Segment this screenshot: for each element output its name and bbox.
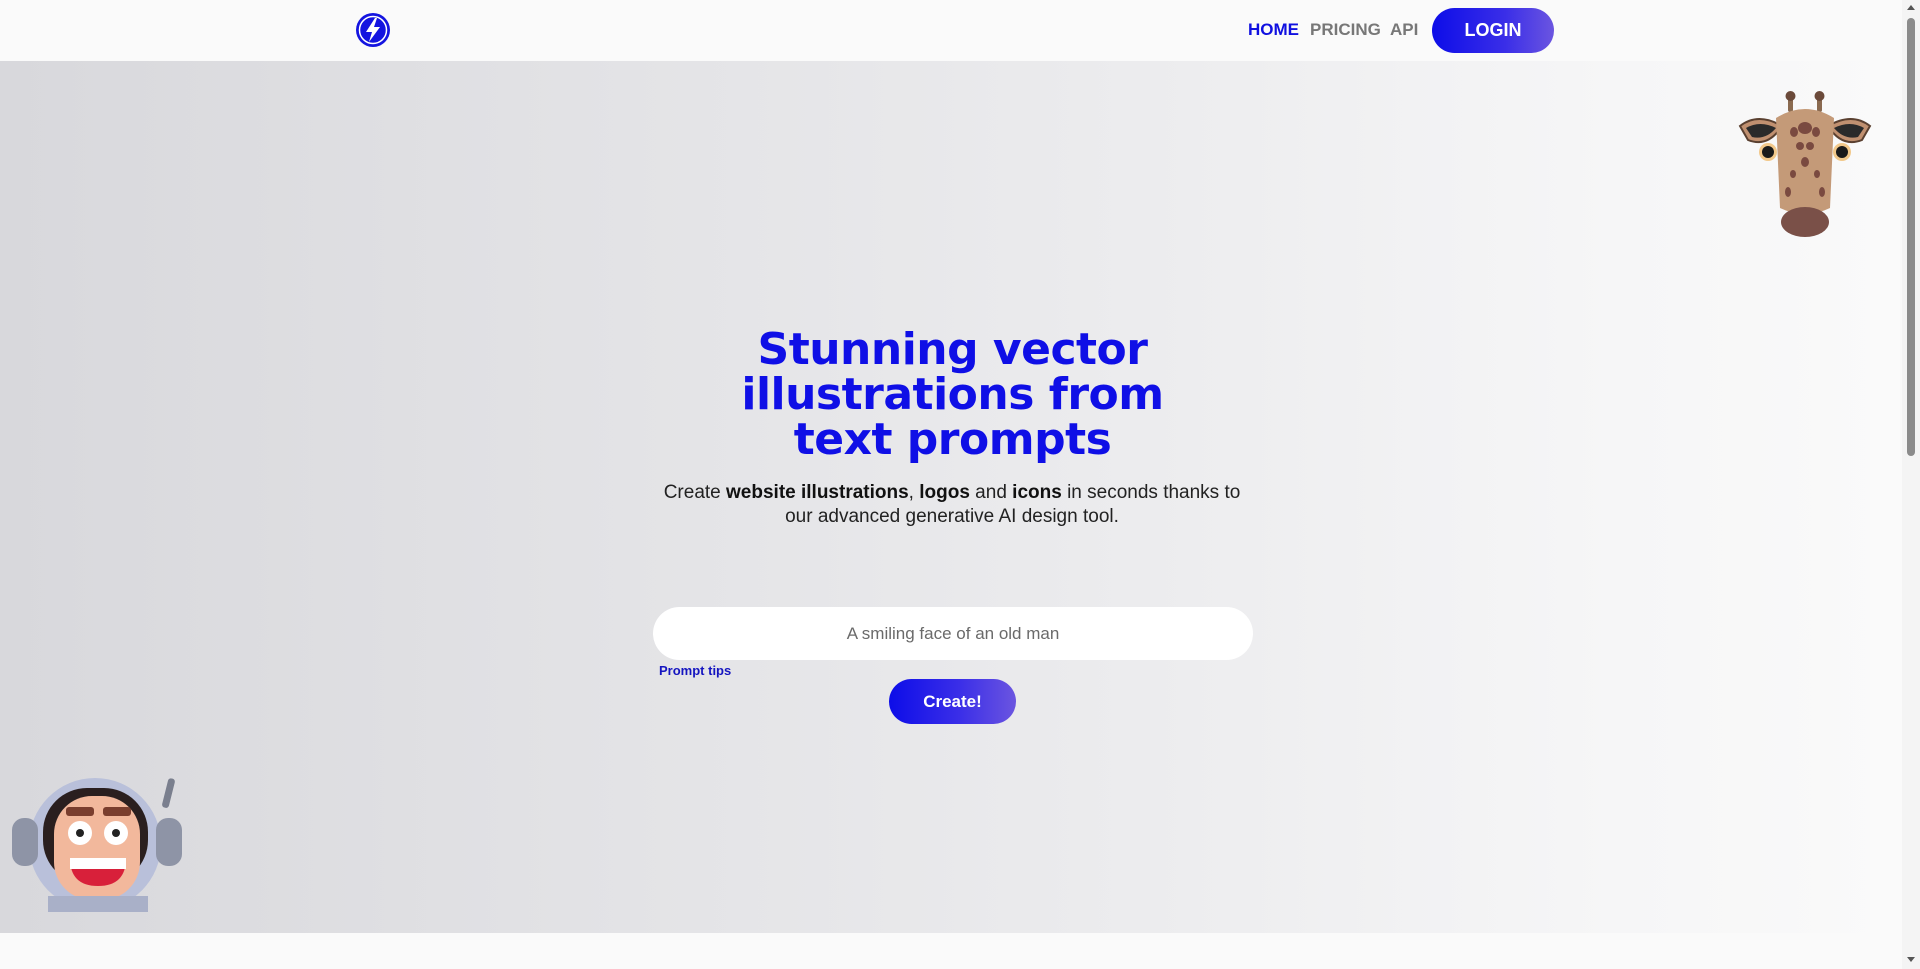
astronaut-illustration [12,778,182,912]
login-button[interactable]: LOGIN [1432,8,1554,53]
giraffe-illustration [1738,91,1872,237]
nav-pricing-link[interactable]: PRICING [1310,20,1381,40]
scroll-down-arrow-icon[interactable] [1907,957,1915,962]
create-button[interactable]: Create! [889,679,1016,724]
hero-section: Stunning vector illustrations from text … [0,61,1902,933]
scroll-thumb[interactable] [1907,18,1915,456]
prompt-tips-link[interactable]: Prompt tips [659,663,731,678]
nav-home-link[interactable]: HOME [1248,20,1299,40]
hero-title: Stunning vector illustrations from text … [741,324,1164,465]
hero-subtitle: Create website illustrations, logos and … [663,482,1241,527]
lightning-bolt-icon[interactable] [354,11,392,49]
prompt-input[interactable] [653,607,1253,660]
page-scrollbar[interactable] [1902,0,1920,969]
scroll-up-arrow-icon[interactable] [1907,5,1915,10]
nav-api-link[interactable]: API [1390,20,1418,40]
top-navigation-bar: HOME PRICING API LOGIN [0,0,1902,61]
